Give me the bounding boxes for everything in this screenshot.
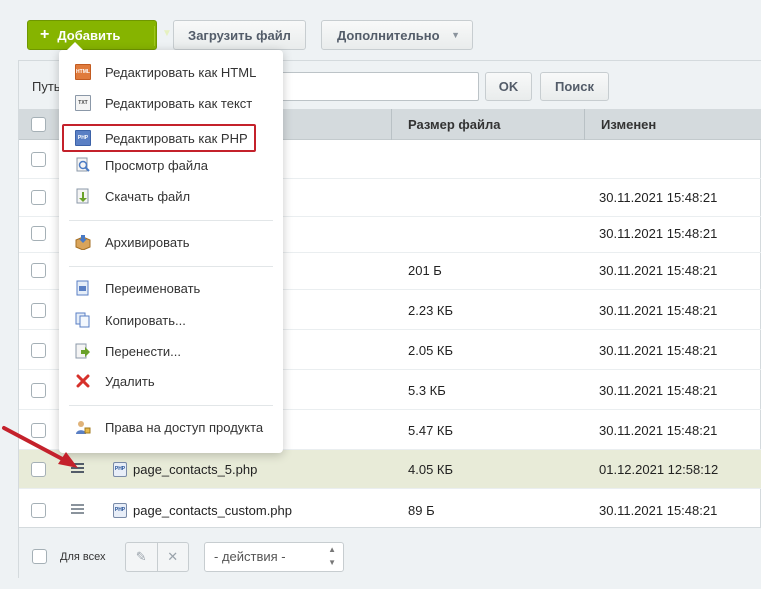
menu-item-label: Переименовать (105, 280, 201, 296)
row-menu-icon[interactable] (71, 504, 84, 516)
ok-button[interactable]: OK (485, 72, 532, 101)
file-name-text: page_contacts_5.php (133, 462, 258, 477)
file-size: 89 Б (408, 503, 435, 518)
file-size: 5.47 КБ (408, 423, 454, 438)
row-checkbox[interactable] (31, 226, 46, 241)
menu-item-copy[interactable]: Копировать... (59, 306, 283, 334)
select-all-checkbox[interactable] (31, 117, 46, 132)
copy-icon (75, 312, 90, 328)
file-modified: 01.12.2021 12:58:12 (599, 462, 719, 477)
file-modified: 30.11.2021 15:48:21 (599, 190, 718, 205)
file-name[interactable]: PHP page_contacts_custom.php (113, 491, 292, 530)
menu-item-label: Редактировать как текст (105, 95, 253, 111)
chevron-down-icon: ▼ (451, 30, 460, 40)
upload-file-button[interactable]: Загрузить файл (173, 20, 306, 50)
table-row[interactable]: PHP page_contacts_custom.php 89 Б 30.11.202… (19, 491, 761, 530)
context-menu: HTML Редактировать как HTML TXT Редактирова… (59, 42, 283, 453)
rename-icon (76, 280, 89, 296)
row-checkbox[interactable] (31, 343, 46, 358)
file-size: 201 Б (408, 263, 442, 278)
for-all-checkbox[interactable] (32, 549, 47, 564)
more-button-label: Дополнительно (337, 27, 440, 43)
table-footer: Для всех ✎ ✕ - действия - ▲ ▼ (19, 527, 761, 579)
file-modified: 30.11.2021 15:48:21 (599, 423, 718, 438)
delete-icon (76, 374, 90, 388)
row-checkbox[interactable] (31, 263, 46, 278)
file-modified: 30.11.2021 15:48:21 (599, 503, 718, 518)
actions-select[interactable]: - действия - ▲ ▼ (204, 542, 344, 572)
file-name-text: page_contacts_custom.php (133, 503, 292, 518)
move-icon (75, 343, 90, 359)
row-checkbox[interactable] (31, 152, 46, 167)
file-modified: 30.11.2021 15:48:21 (599, 226, 718, 241)
column-header-size[interactable]: Размер файла (391, 109, 584, 140)
row-checkbox[interactable] (31, 503, 46, 518)
file-modified: 30.11.2021 15:48:21 (599, 263, 718, 278)
menu-item-html-file[interactable]: HTML Редактировать как HTML (59, 58, 283, 86)
search-button[interactable]: Поиск (540, 72, 609, 101)
menu-item-php-file[interactable]: PHP Редактировать как PHP (59, 124, 283, 152)
file-modified: 30.11.2021 15:48:21 (599, 303, 718, 318)
html-file-icon: HTML (75, 64, 91, 80)
add-button[interactable]: + Добавить ▼ (27, 20, 172, 50)
menu-divider (69, 220, 273, 221)
file-size: 5.3 КБ (408, 383, 446, 398)
red-arrow-annotation (2, 426, 78, 468)
row-checkbox[interactable] (31, 383, 46, 398)
txt-file-icon: TXT (75, 95, 91, 111)
download-icon (76, 188, 89, 204)
plus-icon: + (40, 26, 50, 43)
menu-divider (69, 405, 273, 406)
menu-item-delete[interactable]: Удалить (59, 367, 283, 395)
view-file-icon (76, 157, 90, 172)
more-button[interactable]: Дополнительно ▼ (321, 20, 473, 50)
menu-item-label: Редактировать как HTML (105, 64, 257, 80)
bulk-tools: ✎ ✕ (125, 542, 189, 572)
add-button-divider (154, 26, 155, 46)
path-label: Путь (32, 79, 61, 94)
file-size: 4.05 КБ (408, 462, 454, 477)
close-icon[interactable]: ✕ (158, 543, 189, 571)
menu-item-label: Копировать... (105, 312, 186, 328)
php-file-icon: PHP (113, 503, 127, 518)
row-checkbox[interactable] (31, 190, 46, 205)
row-checkbox[interactable] (31, 303, 46, 318)
file-modified: 30.11.2021 15:48:21 (599, 343, 718, 358)
column-header-modified[interactable]: Изменен (584, 109, 761, 140)
menu-item-txt-file[interactable]: TXT Редактировать как текст (59, 89, 283, 117)
file-size: 2.23 КБ (408, 303, 454, 318)
file-modified: 30.11.2021 15:48:21 (599, 383, 718, 398)
menu-item-label: Перенести... (105, 343, 181, 359)
menu-item-label: Просмотр файла (105, 157, 208, 173)
file-name[interactable]: PHP page_contacts_5.php (113, 450, 257, 489)
actions-select-value: - действия - (214, 549, 286, 564)
chevron-down-icon[interactable]: ▼ (162, 28, 172, 39)
menu-item-label: Архивировать (105, 234, 190, 250)
table-row[interactable]: PHP page_contacts_5.php 4.05 КБ 01.12.2021 … (19, 450, 761, 489)
add-button-label: Добавить (57, 27, 121, 43)
php-file-icon: PHP (75, 130, 91, 146)
menu-divider (69, 266, 273, 267)
menu-item-archive[interactable]: Архивировать (59, 228, 283, 256)
menu-item-access-rights[interactable]: Права на доступ продукта (59, 413, 283, 441)
menu-item-download[interactable]: Скачать файл (59, 182, 283, 210)
menu-item-view-file[interactable]: Просмотр файла (59, 151, 283, 179)
menu-item-label: Права на доступ продукта (105, 419, 264, 435)
menu-item-label: Скачать файл (105, 188, 191, 204)
updown-icon: ▲ ▼ (328, 545, 336, 567)
menu-item-move[interactable]: Перенести... (59, 337, 283, 365)
archive-icon (75, 235, 91, 250)
menu-tail (67, 42, 83, 50)
pencil-icon[interactable]: ✎ (126, 543, 158, 571)
menu-item-label: Редактировать как PHP (105, 130, 248, 146)
php-file-icon: PHP (113, 462, 127, 477)
menu-item-rename[interactable]: Переименовать (59, 274, 283, 302)
menu-item-label: Удалить (105, 373, 155, 389)
file-size: 2.05 КБ (408, 343, 454, 358)
for-all-label: Для всех (60, 551, 106, 563)
